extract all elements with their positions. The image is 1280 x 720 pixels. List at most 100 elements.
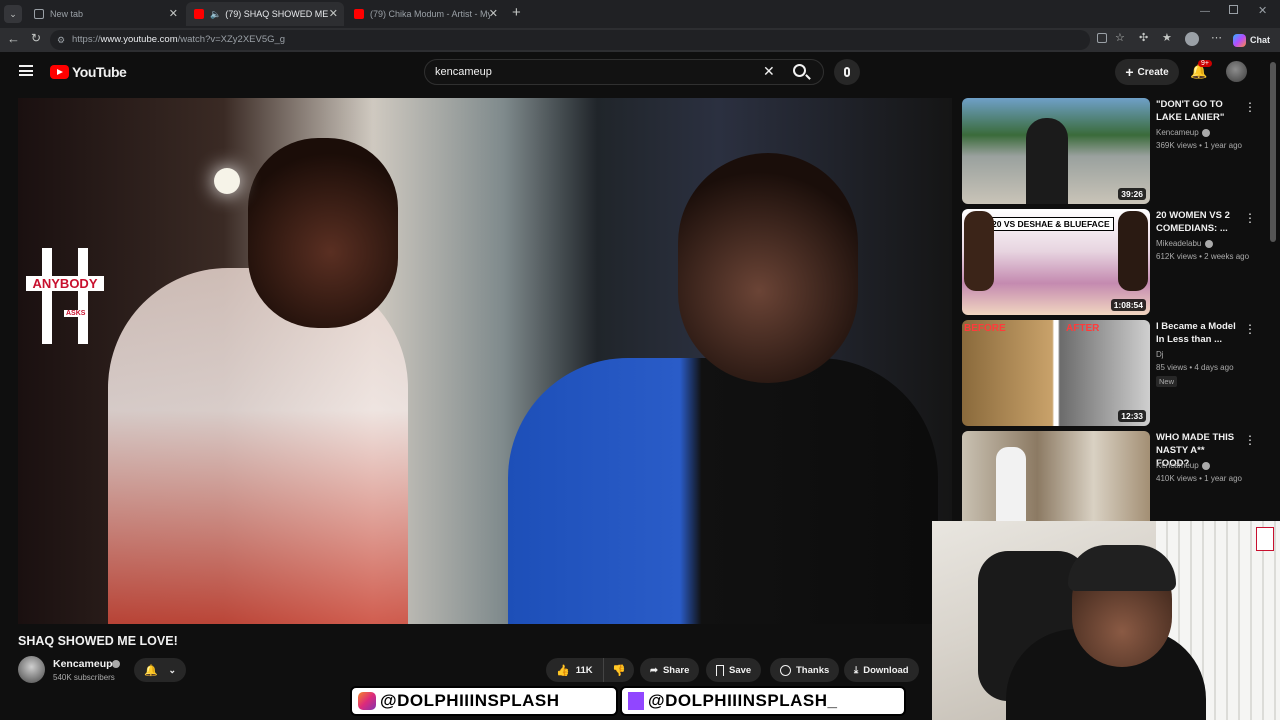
thumbnail-person-right [1118, 211, 1148, 291]
recommendation-channel[interactable]: Kencameup [1156, 461, 1199, 470]
close-tab-icon[interactable]: ✕ [329, 7, 338, 20]
thumbs-up-icon: 👍 [556, 664, 570, 677]
thumbnail-person [996, 447, 1026, 521]
recommendation-item[interactable]: BEFORE AFTER 12:33 I Became a Model In L… [962, 320, 1262, 426]
tab-label: (79) SHAQ SHOWED ME LOVE [225, 9, 330, 19]
tab-new-tab[interactable]: New tab ✕ [26, 2, 184, 26]
recommendation-thumbnail[interactable]: BEFORE AFTER 12:33 [962, 320, 1150, 426]
copilot-chat-button[interactable]: Chat [1233, 31, 1270, 49]
video-title: SHAQ SHOWED ME LOVE! [18, 634, 178, 648]
favorite-star-icon[interactable]: ☆ [1115, 31, 1125, 44]
video-duration: 39:26 [1118, 188, 1146, 200]
thumbnail-person [1026, 118, 1068, 204]
streamer-webcam [932, 521, 1280, 720]
instagram-handle: @DOLPHIIINSPLASH [380, 691, 560, 710]
puzzle-icon[interactable]: ✣ [1139, 31, 1148, 44]
verified-icon [1202, 129, 1210, 137]
download-button[interactable]: ⤓ Download [844, 658, 919, 682]
maximize-icon[interactable] [1229, 5, 1238, 14]
account-avatar[interactable] [1226, 61, 1247, 82]
search-input[interactable]: kencameup ✕ [424, 59, 824, 85]
download-icon: ⤓ [854, 664, 859, 676]
close-tab-icon[interactable]: ✕ [169, 7, 178, 20]
tab-list-button[interactable]: ⌄ [4, 5, 22, 23]
youtube-header: YouTube kencameup ✕ + Create 🔔 9+ [0, 52, 1280, 242]
chevron-down-icon: ⌄ [168, 664, 176, 675]
address-bar-row: ← ↻ ⚙ https://www.youtube.com/watch?v=XZ… [0, 28, 1280, 52]
extensions-icon[interactable] [1097, 33, 1107, 43]
more-actions-icon[interactable]: ⋮ [1244, 322, 1256, 336]
channel-avatar[interactable] [18, 656, 45, 683]
speaker-icon[interactable]: 🔈 [210, 9, 221, 20]
new-badge: New [1156, 376, 1178, 387]
webcam-person-cap [1068, 545, 1176, 591]
site-info-icon[interactable]: ⚙ [57, 30, 65, 50]
profile-icon[interactable] [1185, 32, 1199, 46]
recommendation-meta: 369K views • 1 year ago [1156, 141, 1242, 150]
thumbnail-after-text: AFTER [1066, 323, 1100, 334]
window-close-icon[interactable]: ✕ [1258, 4, 1267, 17]
thumbnail-before-text: BEFORE [964, 323, 1006, 334]
video-player[interactable]: ANYBODY ASKS [18, 98, 952, 624]
recommendation-channel[interactable]: Dj [1156, 350, 1164, 359]
recommendation-channel[interactable]: Kencameup [1156, 128, 1199, 137]
anybody-logo-bottom-text: ASKS [64, 310, 88, 317]
close-tab-icon[interactable]: ✕ [489, 7, 498, 20]
recommendation-channel[interactable]: Mikeadelabu [1156, 239, 1201, 248]
recommendation-meta: 410K views • 1 year ago [1156, 474, 1242, 483]
anybody-logo-top-text: ANYBODY [26, 276, 104, 291]
subscription-bell-button[interactable]: 🔔 ⌄ [134, 658, 186, 682]
recommendation-title[interactable]: 20 WOMEN VS 2 COMEDIANS: ... [1156, 209, 1238, 235]
minimize-icon[interactable]: — [1200, 6, 1210, 17]
new-tab-plus-icon[interactable]: + [512, 4, 521, 21]
youtube-logo[interactable]: YouTube [50, 64, 127, 80]
search-input-value: kencameup [435, 66, 492, 78]
recommendation-thumbnail[interactable]: 20 VS DESHAE & BLUEFACE 1:08:54 [962, 209, 1150, 315]
share-button[interactable]: ➦ Share [640, 658, 700, 682]
video-frame-right-jacket [508, 358, 938, 624]
instagram-icon [358, 692, 376, 710]
dislike-button[interactable]: 👎 [604, 658, 634, 682]
plus-icon: + [1125, 64, 1134, 80]
voice-search-button[interactable] [834, 59, 860, 85]
more-actions-icon[interactable]: ⋮ [1244, 100, 1256, 114]
save-button[interactable]: Save [706, 658, 762, 682]
youtube-play-icon [50, 65, 69, 79]
tab-chika-modum[interactable]: (79) Chika Modum - Artist - My Pr ✕ [346, 2, 504, 26]
recommendation-meta: 85 views • 4 days ago [1156, 363, 1234, 372]
reload-icon[interactable]: ↻ [31, 31, 41, 45]
recommendation-title[interactable]: I Became a Model In Less than ... [1156, 320, 1238, 346]
like-count: 11K [575, 664, 593, 676]
url-host: www.youtube.com [100, 34, 178, 45]
tab-youtube-video[interactable]: 🔈 (79) SHAQ SHOWED ME LOVE ✕ [186, 2, 344, 26]
url-field[interactable]: ⚙ https://www.youtube.com/watch?v=XZy2XE… [50, 30, 1090, 50]
like-button[interactable]: 👍 11K [546, 658, 604, 682]
more-actions-icon[interactable]: ⋮ [1244, 433, 1256, 447]
create-button[interactable]: + Create [1115, 59, 1179, 85]
thanks-button[interactable]: Thanks [770, 658, 840, 682]
channel-name[interactable]: Kencameup [53, 658, 113, 670]
recommendation-title[interactable]: "DON'T GO TO LAKE LANIER" [1156, 98, 1238, 124]
twitch-handle-box: @DOLPHIIINSPLASH_ [620, 686, 906, 716]
more-actions-icon[interactable]: ⋮ [1244, 211, 1256, 225]
back-icon[interactable]: ← [7, 31, 20, 46]
youtube-icon [194, 9, 204, 19]
page-scrollbar[interactable] [1270, 62, 1276, 242]
recommendation-item[interactable]: 20 VS DESHAE & BLUEFACE 1:08:54 20 WOMEN… [962, 209, 1262, 315]
thanks-icon [780, 664, 791, 676]
recommendation-thumbnail[interactable]: 39:26 [962, 98, 1150, 204]
hamburger-menu-icon[interactable] [19, 65, 33, 76]
verified-icon [1202, 462, 1210, 470]
notifications-button[interactable]: 🔔 9+ [1190, 60, 1212, 81]
favorites-bar-icon[interactable]: ★ [1162, 31, 1172, 44]
notification-badge: 9+ [1198, 60, 1212, 67]
thumbnail-text: 20 VS DESHAE & BLUEFACE [988, 217, 1114, 231]
clear-search-icon[interactable]: ✕ [763, 63, 775, 80]
video-duration: 12:33 [1118, 410, 1146, 422]
video-frame-left-person [108, 268, 408, 624]
more-menu-icon[interactable]: ⋯ [1211, 31, 1222, 44]
thumbnail-person-left [964, 211, 994, 291]
recommendation-item[interactable]: 39:26 "DON'T GO TO LAKE LANIER" Kencameu… [962, 98, 1262, 204]
bell-icon: 🔔 [144, 664, 158, 677]
url-prefix: https:// [72, 34, 101, 45]
